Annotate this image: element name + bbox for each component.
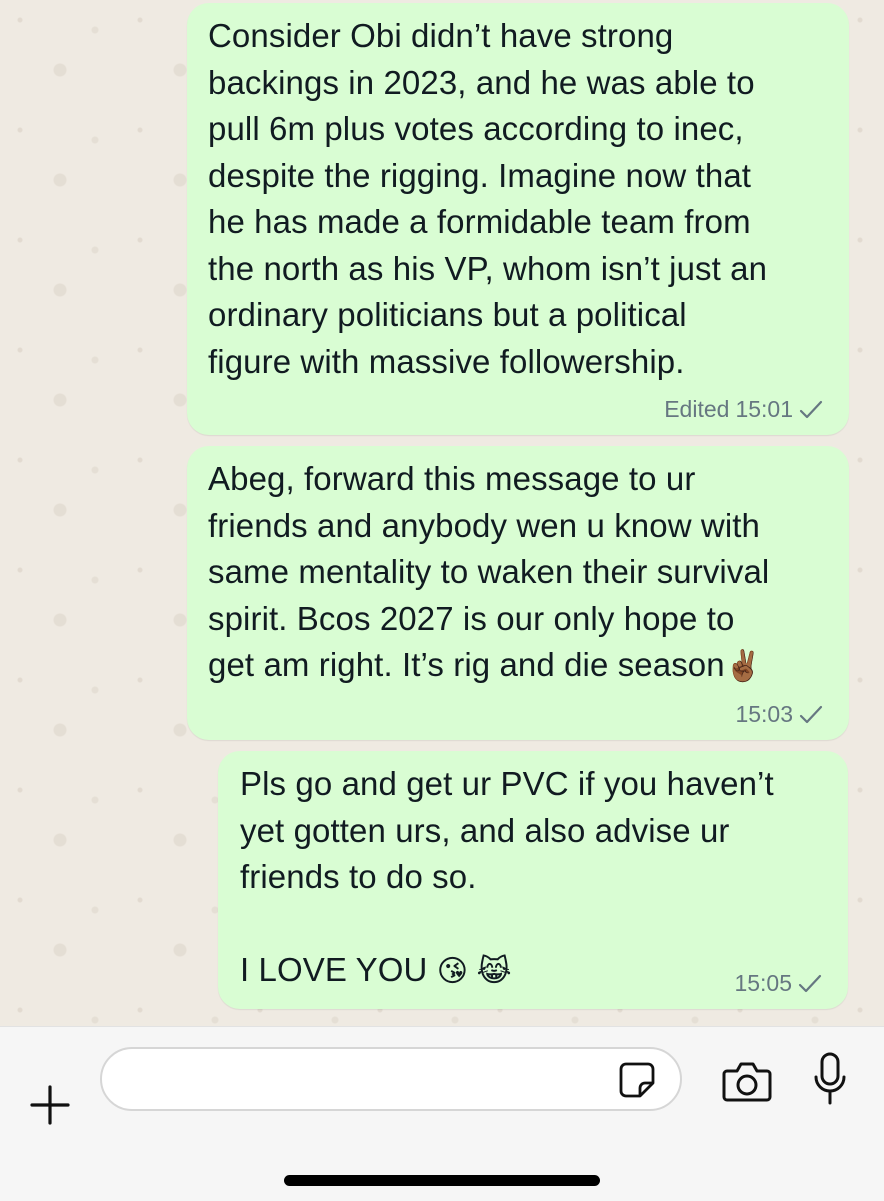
- plus-icon[interactable]: [24, 1079, 76, 1131]
- message-text: Abeg, forward this message to ur friends…: [208, 456, 829, 691]
- message-text: Consider Obi didn’t have strong backings…: [208, 17, 768, 380]
- message-time: 15:03: [735, 701, 793, 727]
- microphone-icon[interactable]: [812, 1051, 848, 1107]
- kiss-cat-emoji: 😘 😹: [436, 955, 512, 988]
- chat-area[interactable]: Consider Obi didn’t have strong backings…: [0, 0, 884, 1026]
- message-text-body: Abeg, forward this message to ur friends…: [208, 460, 770, 683]
- victory-hand-emoji: ✌🏾: [724, 650, 763, 683]
- message-bubble[interactable]: Abeg, forward this message to ur friends…: [187, 446, 849, 740]
- single-check-icon: [798, 974, 822, 992]
- sticker-icon[interactable]: [618, 1061, 656, 1099]
- camera-icon[interactable]: [722, 1059, 772, 1103]
- message-meta: 15:05: [734, 970, 822, 997]
- message-time: 15:01: [735, 396, 793, 422]
- single-check-icon: [799, 400, 823, 418]
- message-meta: Edited 15:01: [664, 396, 823, 423]
- composer-bar: [0, 1026, 884, 1201]
- home-indicator[interactable]: [284, 1175, 600, 1186]
- message-input[interactable]: [100, 1047, 682, 1111]
- message-meta: 15:03: [735, 701, 823, 728]
- edited-label: Edited: [664, 396, 730, 422]
- single-check-icon: [799, 705, 823, 723]
- message-bubble[interactable]: Pls go and get ur PVC if you haven’t yet…: [218, 751, 848, 1009]
- message-text: Pls go and get ur PVC if you haven’t yet…: [240, 761, 828, 996]
- message-bubble[interactable]: Consider Obi didn’t have strong backings…: [187, 3, 849, 435]
- message-time: 15:05: [734, 970, 792, 996]
